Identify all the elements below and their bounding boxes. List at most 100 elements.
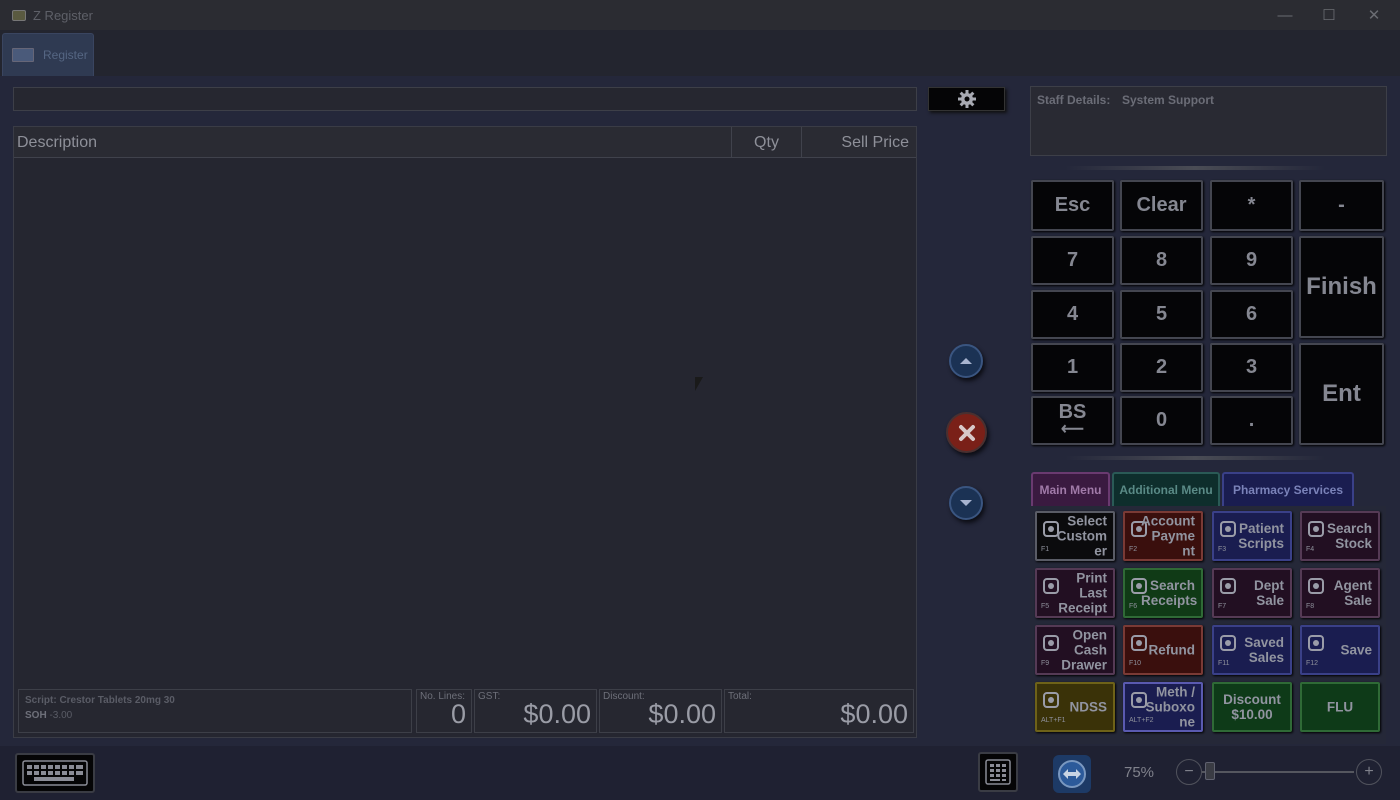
- col-header-qty[interactable]: Qty: [731, 127, 801, 158]
- scroll-down-button[interactable]: [949, 486, 983, 520]
- total-label: Total:: [728, 691, 752, 702]
- key-enter[interactable]: Ent: [1299, 343, 1384, 445]
- key-esc[interactable]: Esc: [1031, 180, 1114, 231]
- close-button[interactable]: ✕: [1352, 0, 1396, 30]
- staff-label: Staff Details:: [1037, 93, 1111, 107]
- function-button[interactable]: Saved Sales F11: [1212, 625, 1292, 675]
- function-button[interactable]: Search Stock F4: [1300, 511, 1380, 561]
- chevron-up-icon: [960, 358, 972, 364]
- function-key-hint: F11: [1218, 660, 1230, 667]
- no-lines-box: No. Lines: 0: [416, 689, 472, 733]
- zoom-in-button[interactable]: +: [1356, 759, 1382, 785]
- zoom-slider-track[interactable]: [1202, 771, 1354, 773]
- col-header-description[interactable]: Description: [17, 127, 97, 158]
- function-button-label: Print Last Receipt: [1058, 570, 1107, 616]
- soh-value: -3.00: [49, 710, 73, 721]
- script-text: Script: Crestor Tablets 20mg 30: [25, 695, 175, 706]
- scroll-up-button[interactable]: [949, 344, 983, 378]
- close-icon: [958, 424, 975, 441]
- key-8[interactable]: 8: [1120, 236, 1203, 285]
- key-clear[interactable]: Clear: [1120, 180, 1203, 231]
- key-7[interactable]: 7: [1031, 236, 1114, 285]
- settings-button[interactable]: [928, 87, 1005, 111]
- minimize-button[interactable]: —: [1263, 0, 1307, 30]
- zoom-slider-thumb[interactable]: [1205, 762, 1215, 780]
- divider: [1065, 166, 1325, 170]
- tab-main-menu[interactable]: Main Menu: [1031, 472, 1110, 508]
- divider: [1065, 456, 1325, 460]
- function-button[interactable]: Refund F10: [1123, 625, 1203, 675]
- total-value: $0.00: [840, 699, 908, 729]
- key-4[interactable]: 4: [1031, 290, 1114, 339]
- key-0[interactable]: 0: [1120, 396, 1203, 445]
- key-decimal[interactable]: .: [1210, 396, 1293, 445]
- key-1[interactable]: 1: [1031, 343, 1114, 392]
- function-button[interactable]: NDSS ALT+F1: [1035, 682, 1115, 732]
- barcode-input[interactable]: [13, 87, 917, 111]
- register-window: Z Register — ☐ ✕ Register Description Qt…: [0, 0, 1400, 800]
- function-button[interactable]: Patient Scripts F3: [1212, 511, 1292, 561]
- function-button-label: Discount $10.00: [1223, 692, 1281, 722]
- zoom-out-button[interactable]: −: [1176, 759, 1202, 785]
- tab-strip: Register: [0, 30, 1400, 76]
- delete-line-button[interactable]: [946, 412, 987, 453]
- maximize-button[interactable]: ☐: [1307, 0, 1351, 30]
- gear-icon: [957, 90, 976, 108]
- function-button-label: Save: [1340, 642, 1372, 658]
- staff-value: System Support: [1122, 93, 1215, 107]
- function-key-hint: F2: [1129, 546, 1138, 553]
- grid-header: Description Qty Sell Price: [14, 127, 916, 158]
- function-button[interactable]: Discount $10.00: [1212, 682, 1292, 732]
- backspace-arrow-icon: ⟵: [1061, 420, 1084, 438]
- function-button[interactable]: Account Payme nt F2: [1123, 511, 1203, 561]
- key-finish[interactable]: Finish: [1299, 236, 1384, 338]
- function-button[interactable]: Agent Sale F8: [1300, 568, 1380, 618]
- function-button-label: Saved Sales: [1244, 635, 1284, 665]
- title-bar: Z Register: [0, 0, 1400, 30]
- script-info: Script: Crestor Tablets 20mg 30 SOH -3.0…: [18, 689, 412, 733]
- soh-text: SOH -3.00: [25, 710, 72, 721]
- function-key-hint: F9: [1041, 660, 1050, 667]
- key-backspace[interactable]: BS ⟵: [1031, 396, 1114, 445]
- function-key-hint: F12: [1306, 660, 1319, 667]
- discount-box: Discount: $0.00: [599, 689, 722, 733]
- total-box: Total: $0.00: [724, 689, 914, 733]
- function-button-label: Open Cash Drawer: [1061, 627, 1107, 673]
- function-key-hint: F4: [1306, 546, 1315, 553]
- numpad-button[interactable]: [978, 752, 1018, 792]
- function-key-hint: F5: [1041, 603, 1050, 610]
- key-6[interactable]: 6: [1210, 290, 1293, 339]
- remote-support-button[interactable]: [1053, 755, 1091, 793]
- tab-pharmacy-services[interactable]: Pharmacy Services: [1222, 472, 1354, 508]
- function-key-hint: F6: [1129, 603, 1138, 610]
- key-minus[interactable]: -: [1299, 180, 1384, 231]
- key-multiply[interactable]: *: [1210, 180, 1293, 231]
- function-key-hint: ALT+F2: [1129, 717, 1154, 724]
- col-header-sell-price[interactable]: Sell Price: [801, 127, 911, 158]
- key-3[interactable]: 3: [1210, 343, 1293, 392]
- function-button[interactable]: Select Custom er F1: [1035, 511, 1115, 561]
- function-button-label: Search Receipts: [1141, 578, 1198, 608]
- tab-additional-menu[interactable]: Additional Menu: [1112, 472, 1220, 508]
- app-icon: [12, 9, 26, 21]
- backspace-label: BS: [1058, 400, 1087, 423]
- staff-details: Staff Details: System Support: [1030, 86, 1387, 156]
- function-button[interactable]: Dept Sale F7: [1212, 568, 1292, 618]
- zoom-level: 75%: [1124, 764, 1155, 781]
- keyboard-button[interactable]: [15, 753, 95, 793]
- function-button[interactable]: Save F12: [1300, 625, 1380, 675]
- function-key-hint: F1: [1041, 546, 1050, 553]
- key-2[interactable]: 2: [1120, 343, 1203, 392]
- function-button[interactable]: Print Last Receipt F5: [1035, 568, 1115, 618]
- function-key-hint: F3: [1218, 546, 1227, 553]
- key-9[interactable]: 9: [1210, 236, 1293, 285]
- sale-grid[interactable]: Description Qty Sell Price Script: Crest…: [13, 126, 917, 738]
- function-button[interactable]: Meth / Suboxo ne ALT+F2: [1123, 682, 1203, 732]
- function-key-hint: F8: [1306, 603, 1315, 610]
- key-5[interactable]: 5: [1120, 290, 1203, 339]
- function-button[interactable]: Search Receipts F6: [1123, 568, 1203, 618]
- function-button[interactable]: Open Cash Drawer F9: [1035, 625, 1115, 675]
- function-button[interactable]: FLU: [1300, 682, 1380, 732]
- tab-label: Register: [43, 48, 88, 62]
- tab-register[interactable]: Register: [2, 33, 94, 76]
